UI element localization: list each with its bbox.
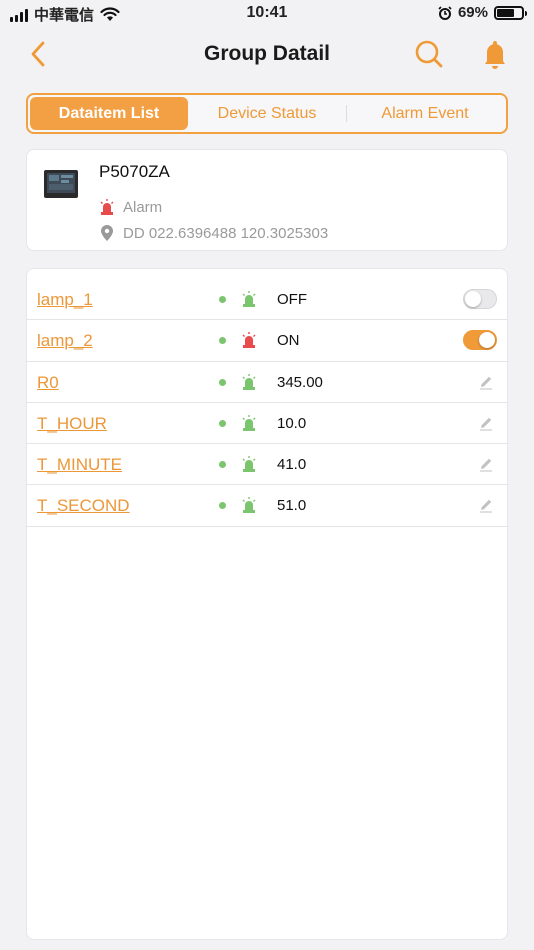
device-location: DD 022.6396488 120.3025303: [99, 224, 328, 242]
device-name: P5070ZA: [99, 162, 170, 181]
status-right: 69%: [438, 4, 527, 21]
alarm-label: Alarm: [123, 198, 163, 216]
dataitem-value: OFF: [277, 291, 307, 308]
dataitem-row: lamp_2 ON: [27, 320, 507, 362]
hmi-device-icon: [44, 170, 78, 198]
dataitem-value: 51.0: [277, 497, 307, 515]
dataitem-row: R0 345.00: [27, 362, 507, 403]
dataitem-value: 41.0: [277, 456, 307, 474]
online-status-dot: [219, 419, 226, 427]
dataitem-name[interactable]: T_HOUR: [37, 414, 107, 434]
tab-dataitem-list[interactable]: Dataitem List: [30, 97, 188, 130]
page-title: Group Datail: [203, 42, 330, 65]
dataitem-row: lamp_1 OFF: [27, 279, 507, 321]
battery-percent: 69%: [457, 4, 488, 21]
dataitem-toggle[interactable]: [463, 289, 497, 309]
edit-pencil-icon[interactable]: [478, 497, 494, 513]
dataitem-rows: lamp_1 OFF lamp_2 ON R0 345.00 T_HOUR 10…: [27, 279, 507, 527]
edit-pencil-icon[interactable]: [478, 415, 494, 431]
tab-alarm-event[interactable]: Alarm Event: [346, 97, 504, 130]
dataitem-name[interactable]: lamp_2: [37, 331, 93, 351]
online-status-dot: [219, 378, 226, 386]
online-status-dot: [219, 502, 226, 510]
toggle-knob: [465, 291, 481, 307]
device-card[interactable]: P5070ZA Alarm DD 022.6396488 120.3025303: [26, 149, 508, 251]
location-text: DD 022.6396488 120.3025303: [123, 224, 329, 242]
bell-icon[interactable]: [478, 37, 512, 71]
alarm-lamp-icon: [100, 199, 114, 215]
online-status-dot: [219, 337, 226, 345]
lamp-status-icon: [242, 414, 256, 431]
battery-icon: [494, 5, 527, 20]
online-status-dot: [219, 461, 226, 469]
nav-bar: Group Datail: [0, 30, 534, 78]
dataitem-name[interactable]: R0: [37, 373, 59, 393]
online-status-dot: [219, 296, 226, 303]
location-pin-icon: [101, 225, 113, 241]
toggle-knob: [479, 332, 495, 349]
dataitem-row: T_HOUR 10.0: [27, 403, 507, 445]
search-icon[interactable]: [412, 37, 446, 71]
dataitem-value: 345.00: [277, 373, 323, 391]
dataitem-value: 10.0: [277, 414, 307, 432]
dataitem-name[interactable]: T_SECOND: [37, 496, 130, 516]
dataitem-list: lamp_1 OFF lamp_2 ON R0 345.00 T_HOUR 10…: [26, 268, 508, 940]
tab-bar: Dataitem List Device Status Alarm Event: [26, 93, 508, 134]
edit-pencil-icon[interactable]: [478, 456, 494, 472]
dataitem-row: T_MINUTE 41.0: [27, 444, 507, 486]
tab-device-status[interactable]: Device Status: [188, 97, 346, 130]
dataitem-toggle[interactable]: [463, 330, 497, 351]
alarm-clock-icon: [438, 5, 452, 20]
dataitem-value: ON: [277, 332, 300, 350]
edit-pencil-icon[interactable]: [478, 374, 494, 390]
lamp-status-icon: [242, 291, 256, 307]
lamp-status-icon: [242, 373, 256, 390]
dataitem-name[interactable]: lamp_1: [37, 290, 93, 310]
lamp-status-icon: [242, 332, 256, 349]
dataitem-row: T_SECOND 51.0: [27, 485, 507, 527]
dataitem-name[interactable]: T_MINUTE: [37, 455, 122, 475]
lamp-status-icon: [242, 456, 256, 473]
lamp-status-icon: [242, 497, 256, 514]
device-alarm-status: Alarm: [99, 198, 162, 216]
status-bar: 中華電信 10:41 69%: [0, 0, 534, 28]
